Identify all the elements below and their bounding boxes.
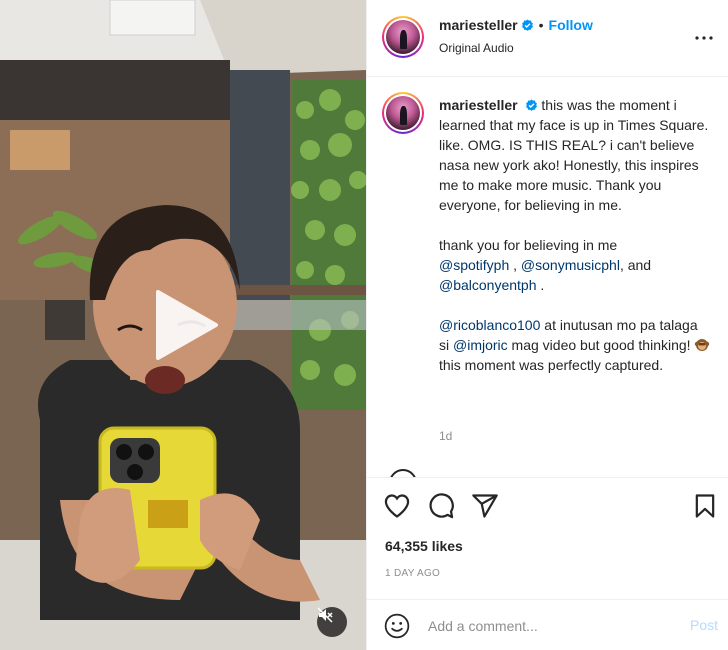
more-options-button[interactable] [694, 28, 714, 48]
separator-text: , [509, 257, 521, 273]
post-header: mariesteller • Follow Original Audio [367, 0, 728, 77]
author-username[interactable]: mariesteller [439, 17, 518, 33]
bookmark-icon [695, 494, 715, 518]
verified-badge-icon [521, 19, 533, 31]
verified-badge-icon [525, 99, 537, 111]
play-icon [156, 290, 218, 360]
mention-ricoblanco100[interactable]: @ricoblanco100 [439, 317, 540, 333]
save-button[interactable] [691, 492, 719, 520]
separator-text: . [536, 277, 545, 293]
monkey-emoji-icon [695, 339, 710, 351]
caption-author-avatar[interactable] [382, 92, 424, 134]
next-comment-avatar [389, 469, 417, 477]
caption-timestamp[interactable]: 1d [439, 429, 452, 443]
actions-section: 64,355 likes 1 DAY AGO [367, 477, 728, 599]
post-details-panel: mariesteller • Follow Original Audio mar… [366, 0, 728, 650]
caption-username[interactable]: mariesteller [439, 97, 518, 113]
mute-toggle-button[interactable] [317, 607, 347, 637]
share-button[interactable] [471, 492, 499, 520]
caption-section: mariesteller this was the moment i learn… [367, 77, 728, 477]
audio-label[interactable]: Original Audio [439, 41, 514, 55]
caption-paragraph-1: this was the moment i learned that my fa… [439, 97, 709, 213]
separator-text: , and [619, 257, 652, 273]
separator-dot: • [538, 17, 544, 33]
comment-icon [429, 493, 454, 519]
caption-text: mariesteller this was the moment i learn… [439, 95, 711, 395]
play-button[interactable] [150, 290, 220, 360]
caption-paragraph-2: thank you for believing in me [439, 237, 618, 253]
follow-button[interactable]: Follow [549, 17, 593, 33]
caption-text-segment: this moment was perfectly captured. [439, 357, 664, 373]
like-button[interactable] [383, 492, 411, 520]
comment-form: Post [367, 599, 728, 650]
post-video[interactable] [0, 0, 366, 650]
post-date: 1 DAY AGO [385, 568, 441, 579]
likes-count[interactable]: 64,355 likes [385, 538, 463, 554]
muted-speaker-icon [317, 607, 333, 623]
emoji-picker-button[interactable] [384, 613, 410, 639]
mention-spotifyph[interactable]: @spotifyph [439, 257, 509, 273]
author-row: mariesteller • Follow [439, 17, 593, 33]
heart-icon [384, 494, 410, 518]
mention-imjoric[interactable]: @imjoric [453, 337, 508, 353]
share-icon [472, 494, 498, 518]
comment-input[interactable] [428, 611, 668, 641]
author-avatar[interactable] [382, 16, 424, 58]
mention-balconyentph[interactable]: @balconyentph [439, 277, 537, 293]
caption-text-segment: mag video but good thinking! [507, 337, 695, 353]
more-options-icon [695, 36, 713, 40]
post-comment-button[interactable]: Post [690, 617, 718, 633]
mention-sonymusicphl[interactable]: @sonymusicphl [521, 257, 620, 273]
smiley-icon [384, 613, 410, 639]
comment-button[interactable] [427, 492, 455, 520]
